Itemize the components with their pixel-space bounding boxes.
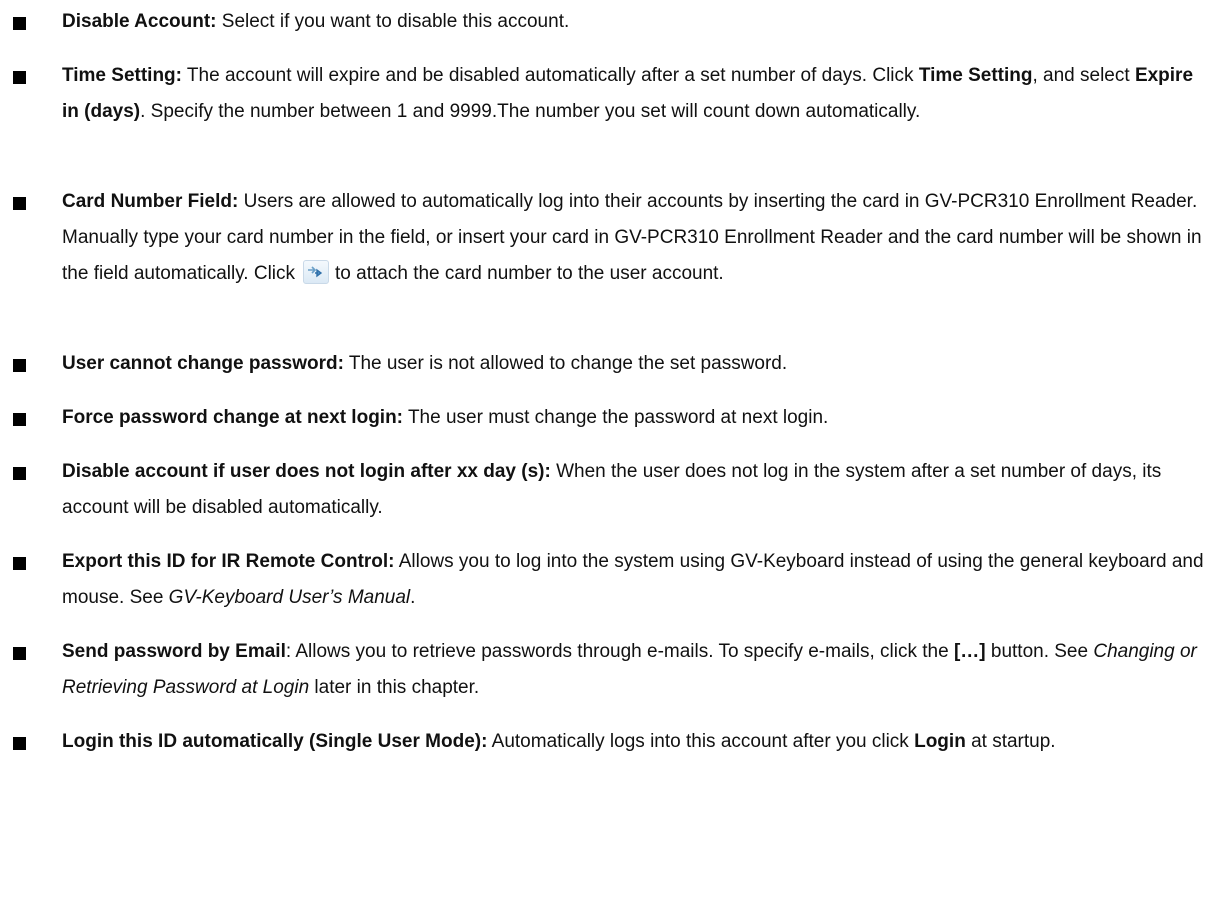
bullet-icon	[13, 557, 26, 570]
item-term: Card Number Field:	[62, 191, 239, 212]
list-item-text: Card Number Field: Users are allowed to …	[62, 191, 1202, 284]
bullet-icon	[13, 17, 26, 30]
bullet-icon	[13, 197, 26, 210]
bullet-icon	[13, 737, 26, 750]
list-item-text: Export this ID for IR Remote Control: Al…	[62, 551, 1204, 608]
document-page: Disable Account: Select if you want to d…	[0, 0, 1222, 915]
bullet-icon	[13, 467, 26, 480]
item-term: Export this ID for IR Remote Control:	[62, 551, 395, 572]
bullet-icon	[13, 71, 26, 84]
bullet-icon	[13, 359, 26, 372]
list-item-text: Disable Account: Select if you want to d…	[62, 11, 570, 32]
list-item-text: Login this ID automatically (Single User…	[62, 731, 1056, 752]
bullet-icon	[13, 647, 26, 660]
item-term: Disable Account:	[62, 11, 217, 32]
item-term: Send password by Email	[62, 641, 286, 662]
item-term: Disable account if user does not login a…	[62, 461, 551, 482]
item-term: Force password change at next login:	[62, 407, 404, 428]
item-term: User cannot change password:	[62, 353, 344, 374]
item-term: Time Setting:	[62, 65, 182, 86]
bullet-icon	[13, 413, 26, 426]
attach-arrow-icon	[303, 259, 330, 284]
list-item-text: Disable account if user does not login a…	[62, 461, 1162, 518]
list-item-text: Send password by Email: Allows you to re…	[62, 641, 1197, 698]
list-item-text: User cannot change password: The user is…	[62, 353, 788, 374]
list-item-text: Force password change at next login: The…	[62, 407, 829, 428]
list-item-text: Time Setting: The account will expire an…	[62, 65, 1194, 122]
item-term: Login this ID automatically (Single User…	[62, 731, 488, 752]
